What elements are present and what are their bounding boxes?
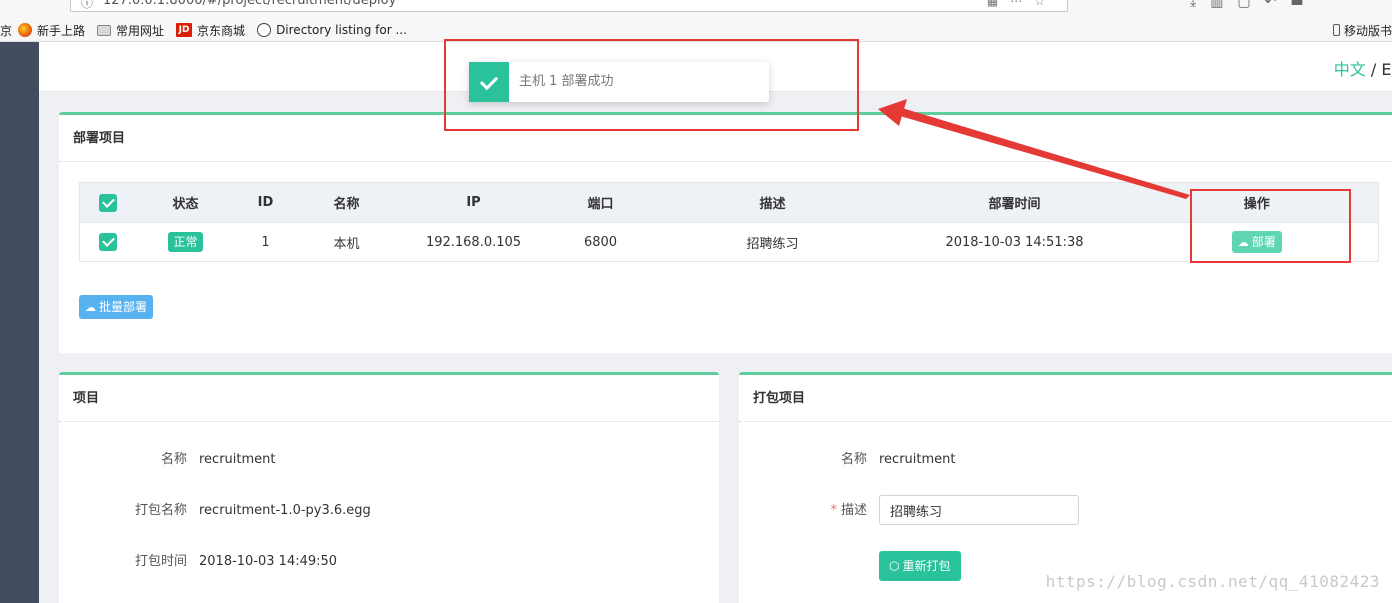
bookmark-jd[interactable]: JD 京东商城 xyxy=(176,22,245,39)
ip-cell: 192.168.0.105 xyxy=(425,234,522,250)
bookmark-label: 移动版书 xyxy=(1343,23,1392,38)
lang-en[interactable]: Er xyxy=(1381,60,1392,79)
description-input[interactable] xyxy=(879,495,1079,525)
status-cell: 正常 xyxy=(136,223,236,262)
globe-icon xyxy=(257,23,272,37)
row-checkbox-cell xyxy=(80,223,136,262)
panel-title: 打包项目 xyxy=(739,375,1392,422)
id-cell: 1 xyxy=(261,234,270,250)
jd-icon: JD xyxy=(176,23,193,37)
hosts-table: 状态 ID 名称 IP 端口 描述 部署时间 操作 正常 1 本机 192.16… xyxy=(79,182,1379,262)
column-header-port: 端口 xyxy=(549,182,652,223)
select-all-checkbox[interactable] xyxy=(98,193,117,212)
column-header-status: 状态 xyxy=(135,182,236,223)
column-header-id: ID xyxy=(235,182,296,223)
package-time-value: 2018-10-03 14:49:50 xyxy=(199,554,338,569)
bookmark-label: 新手上路 xyxy=(37,23,86,38)
annotation-box-notification xyxy=(444,39,859,131)
url-text: 127.0.0.1:8000/#/project/recruitment/dep… xyxy=(103,0,397,8)
column-header-ip: IP xyxy=(397,182,550,223)
repackage-label: 重新打包 xyxy=(902,559,951,573)
bookmark-partial[interactable]: 京 xyxy=(0,22,12,39)
column-header-name: 名称 xyxy=(295,182,398,223)
bookmark-directory-listing[interactable]: Directory listing for ... xyxy=(257,23,407,37)
info-icon[interactable]: ⓘ xyxy=(81,0,93,11)
bookmark-label: 京东商城 xyxy=(197,23,246,38)
package-name-value: recruitment xyxy=(879,452,956,467)
description-row: * 描述 xyxy=(739,495,1392,527)
name-cell: 本机 xyxy=(333,236,360,252)
column-header-description: 描述 xyxy=(651,182,894,223)
page-actions-icon[interactable]: ▦⋯☆ xyxy=(987,0,1057,11)
egg-name-row: 打包名称 recruitment-1.0-py3.6.egg xyxy=(59,495,719,527)
repackage-button[interactable]: ⬡ 重新打包 xyxy=(879,551,961,581)
select-all-checkbox-cell xyxy=(79,182,136,223)
batch-deploy-label: 批量部署 xyxy=(99,300,148,314)
panel-title: 项目 xyxy=(59,375,719,422)
row-checkbox[interactable] xyxy=(98,233,117,251)
bookmark-getting-started[interactable]: 新手上路 xyxy=(18,22,85,39)
required-mark: * xyxy=(830,503,837,518)
bookmark-common-sites[interactable]: 常用网址 xyxy=(97,22,164,39)
package-time-label: 打包时间 xyxy=(134,554,187,569)
lang-separator: / xyxy=(1365,60,1382,79)
deploy-time-cell: 2018-10-03 14:51:38 xyxy=(945,234,1084,250)
egg-name-value: recruitment-1.0-py3.6.egg xyxy=(199,503,371,518)
project-panel: 项目 名称 recruitment 打包名称 recruitment-1.0-p… xyxy=(59,372,719,603)
table-row: 正常 1 本机 192.168.0.105 6800 招聘练习 2018-10-… xyxy=(80,223,1379,262)
package-icon: ⬡ xyxy=(889,559,900,573)
watermark: https://blog.csdn.net/qq_41082423 xyxy=(1045,572,1380,591)
lang-zh[interactable]: 中文 xyxy=(1334,60,1366,79)
package-name-row: 名称 recruitment xyxy=(739,444,1392,476)
sidebar xyxy=(0,42,39,603)
browser-toolbar: ⓘ 127.0.0.1:8000/#/project/recruitment/d… xyxy=(0,0,1392,42)
language-switcher: 中文 / Er xyxy=(1334,56,1392,80)
description-label-text: 描述 xyxy=(840,503,867,518)
table-header-row: 状态 ID 名称 IP 端口 描述 部署时间 操作 xyxy=(79,182,1379,223)
batch-deploy-button[interactable]: ☁ 批量部署 xyxy=(79,295,154,319)
package-time-row: 打包时间 2018-10-03 14:49:50 xyxy=(59,546,719,578)
project-name-value: recruitment xyxy=(199,452,276,467)
cloud-upload-icon: ☁ xyxy=(85,301,96,314)
address-bar[interactable]: ⓘ 127.0.0.1:8000/#/project/recruitment/d… xyxy=(70,0,1068,12)
package-panel: 打包项目 名称 recruitment *描述 ⬡重新打包 xyxy=(739,372,1392,603)
column-header-deploy-time: 部署时间 xyxy=(893,182,1136,223)
folder-icon xyxy=(97,24,112,36)
bookmark-mobile[interactable]: 移动版书 xyxy=(1332,18,1392,42)
mobile-icon xyxy=(1332,24,1340,36)
toolbar-icons[interactable]: ⤓▥▢↶▬ xyxy=(1190,0,1318,10)
project-name-row: 名称 recruitment xyxy=(59,444,719,476)
bookmark-label: 常用网址 xyxy=(116,23,165,38)
description-cell: 招聘练习 xyxy=(746,236,799,252)
status-badge: 正常 xyxy=(168,232,203,252)
package-name-label: 名称 xyxy=(840,452,867,467)
firefox-icon xyxy=(18,23,33,37)
description-label: * 描述 xyxy=(830,495,867,527)
port-cell: 6800 xyxy=(583,234,618,250)
annotation-box-deploy-button xyxy=(1190,189,1351,263)
project-name-label: 名称 xyxy=(160,452,187,467)
bookmark-label: Directory listing for ... xyxy=(276,23,407,37)
egg-name-label: 打包名称 xyxy=(134,503,187,518)
